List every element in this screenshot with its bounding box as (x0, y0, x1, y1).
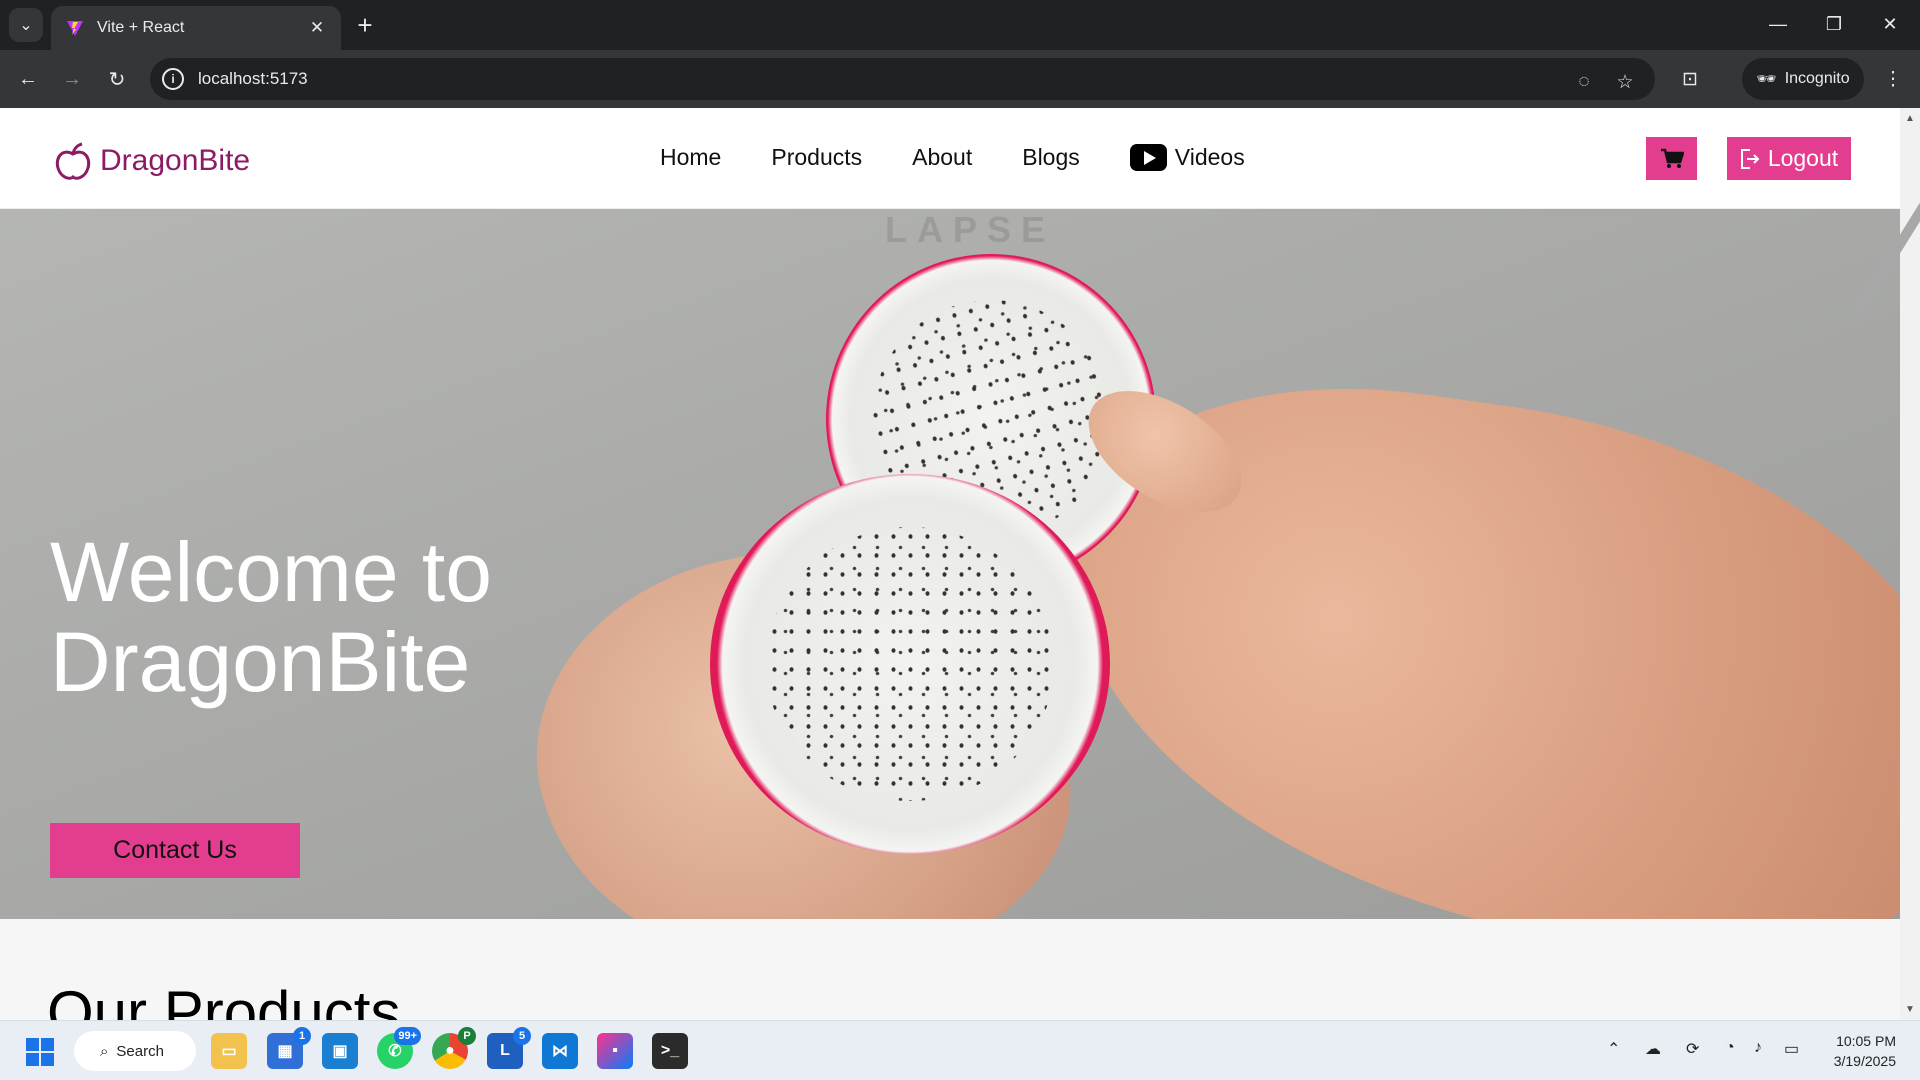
new-tab-button[interactable]: + (350, 10, 380, 40)
incognito-icon: 🕶 (1756, 71, 1777, 88)
nav-products[interactable]: Products (771, 144, 862, 171)
main-nav: Home Products About Blogs Videos (660, 144, 1245, 171)
incognito-label: Incognito (1784, 70, 1850, 87)
scroll-down-icon[interactable]: ▼ (1905, 1004, 1915, 1015)
brand-name: DragonBite (100, 144, 251, 177)
vite-logo-icon (67, 21, 83, 36)
sync-icon[interactable]: ⟳ (1686, 1039, 1699, 1059)
products-section-title: Our Products (47, 979, 401, 1020)
brand-logo[interactable]: DragonBite (52, 140, 250, 182)
taskbar-search[interactable]: ⌕ Search (74, 1031, 196, 1071)
file-explorer-icon[interactable]: ▭ (211, 1033, 247, 1069)
minimize-icon[interactable]: — (1750, 0, 1806, 48)
tab-title: Vite + React (97, 19, 185, 36)
store-badge: 1 (293, 1027, 311, 1045)
contact-us-button[interactable]: Contact Us (50, 823, 300, 878)
browser-tab[interactable]: Vite + React ✕ (51, 6, 341, 50)
taskbar-search-label: Search (116, 1042, 164, 1060)
chevron-down-icon: ⌄ (19, 17, 33, 34)
whatsapp-icon[interactable]: ✆ 99+ (377, 1027, 421, 1069)
battery-icon[interactable]: ▭ (1784, 1039, 1799, 1059)
address-bar[interactable]: i localhost:5173 ◌ ☆ (150, 58, 1655, 100)
nav-about[interactable]: About (912, 144, 972, 171)
incognito-indicator[interactable]: 🕶 Incognito (1742, 58, 1864, 100)
close-window-icon[interactable]: ✕ (1862, 0, 1918, 48)
tab-search-button[interactable]: ⌄ (9, 8, 43, 42)
chrome-icon[interactable]: ● P (432, 1027, 476, 1069)
logout-icon (1740, 148, 1760, 169)
restore-icon[interactable]: ❐ (1806, 0, 1862, 48)
wifi-icon[interactable]: ◔ (1725, 1039, 1735, 1057)
close-tab-icon[interactable]: ✕ (307, 18, 327, 38)
page-scrollbar[interactable]: ▲ ▼ (1852, 108, 1920, 1020)
jetbrains-icon[interactable]: ▪ (597, 1033, 633, 1069)
cart-button[interactable] (1646, 137, 1697, 180)
back-arrow-icon[interactable]: ← (12, 63, 44, 95)
chrome-profile-badge: P (458, 1027, 476, 1045)
url-text: localhost:5173 (198, 69, 308, 88)
apple-logo-icon (55, 142, 91, 180)
browser-tab-strip: ⌄ Vite + React ✕ + — ❐ ✕ (0, 0, 1920, 50)
reload-icon[interactable]: ↻ (101, 63, 133, 95)
remote-desktop-icon[interactable]: ▣ (322, 1033, 358, 1069)
page-viewport: DragonBite Home Products About Blogs Vid… (0, 108, 1920, 1020)
windows-start-icon[interactable] (26, 1038, 54, 1066)
nav-home[interactable]: Home (660, 144, 721, 171)
teams-badge: 5 (513, 1027, 531, 1045)
taskbar-clock[interactable]: 10:05 PM 3/19/2025 (1820, 1031, 1896, 1071)
lens-screenshot-icon[interactable]: ⊡ (1676, 65, 1704, 93)
hero-title: Welcome to DragonBite (50, 525, 492, 709)
onedrive-icon[interactable]: ☁ (1645, 1039, 1661, 1059)
vscode-icon[interactable]: ⋈ (542, 1033, 578, 1069)
nav-videos[interactable]: Videos (1129, 144, 1245, 171)
site-info-icon[interactable]: i (162, 68, 184, 90)
search-icon: ⌕ (100, 1042, 109, 1060)
site-navbar: DragonBite Home Products About Blogs Vid… (0, 108, 1900, 209)
nav-blogs[interactable]: Blogs (1022, 144, 1080, 171)
clock-time: 10:05 PM (1836, 1033, 1896, 1049)
browser-toolbar: ← → ↻ i localhost:5173 ◌ ☆ ⊡ 🕶 Incognito… (0, 50, 1920, 108)
eye-off-icon[interactable]: ◌ (1570, 68, 1598, 96)
volume-icon[interactable]: ♪ (1754, 1039, 1762, 1057)
tray-chevron-up-icon[interactable]: ⌃ (1607, 1039, 1620, 1059)
video-watermark: LAPSE (885, 209, 1056, 250)
hero-banner: LAPSE Welcome to DragonBite Contact Us (0, 209, 1900, 919)
clock-date: 3/19/2025 (1833, 1053, 1896, 1069)
nav-videos-label: Videos (1174, 144, 1245, 170)
dragonfruit-half-image (710, 474, 1110, 854)
kebab-menu-icon[interactable]: ⋮ (1879, 65, 1907, 93)
shopping-cart-icon (1660, 148, 1684, 168)
logout-button[interactable]: Logout (1727, 137, 1851, 180)
teams-icon[interactable]: L5 (487, 1027, 531, 1069)
terminal-icon[interactable]: >_ (652, 1033, 688, 1069)
forward-arrow-icon[interactable]: → (56, 63, 88, 95)
whatsapp-badge: 99+ (394, 1027, 421, 1045)
windows-taskbar: ⌕ Search ▭ ▦ 1 ▣ ✆ 99+ ● P L5 ⋈ ▪ >_ ⌃ ☁ ⟳ … (0, 1020, 1920, 1080)
youtube-icon (1129, 144, 1167, 171)
scroll-up-icon[interactable]: ▲ (1905, 113, 1915, 124)
bookmark-star-icon[interactable]: ☆ (1611, 68, 1639, 96)
logout-label: Logout (1767, 145, 1839, 171)
store-icon[interactable]: ▦ 1 (267, 1027, 311, 1069)
